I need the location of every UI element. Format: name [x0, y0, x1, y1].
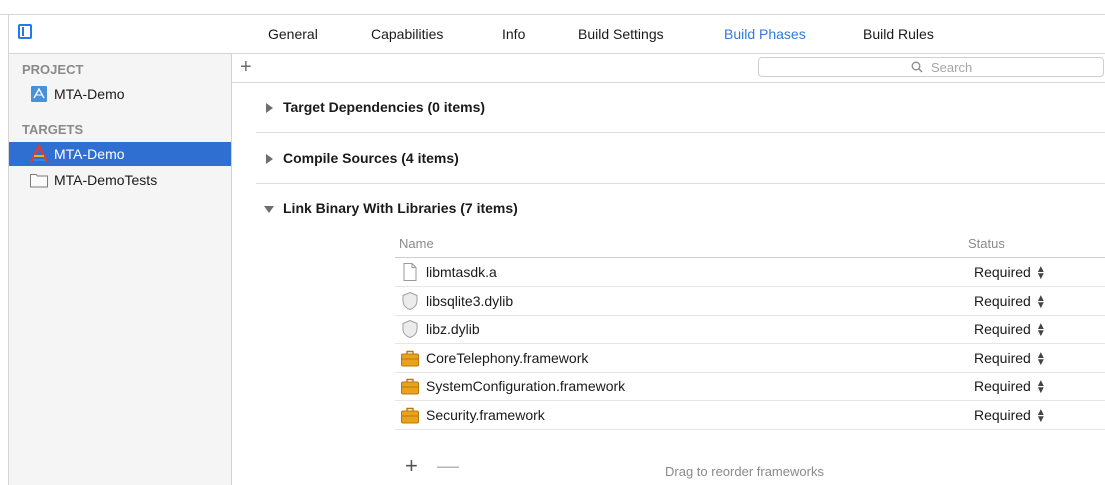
magnifier-icon	[911, 61, 923, 73]
sidebar-item-project-mta-demo[interactable]: MTA-Demo	[9, 82, 231, 106]
tab-capabilities[interactable]: Capabilities	[371, 26, 443, 42]
column-header-status[interactable]: Status	[968, 236, 1005, 251]
table-header: Name Status	[395, 235, 1105, 258]
status-value: Required	[974, 293, 1031, 309]
phase-title[interactable]: Link Binary With Libraries (7 items)	[283, 200, 518, 216]
dylib-shield-icon	[402, 319, 418, 339]
add-library-button[interactable]: +	[405, 453, 418, 479]
status-popup[interactable]: Required ▲ ▼	[974, 293, 1046, 312]
status-value: Required	[974, 321, 1031, 337]
sidebar-item-target-mta-demo[interactable]: MTA-Demo	[9, 142, 231, 166]
tab-general[interactable]: General	[268, 26, 318, 42]
library-name: Security.framework	[426, 407, 545, 423]
library-name: CoreTelephony.framework	[426, 350, 589, 366]
drag-reorder-hint: Drag to reorder frameworks	[665, 464, 824, 479]
status-value: Required	[974, 264, 1031, 280]
status-popup[interactable]: Required ▲ ▼	[974, 378, 1046, 397]
updown-chevron-icon: ▲ ▼	[1035, 321, 1046, 340]
column-header-name[interactable]: Name	[399, 236, 434, 251]
disclosure-expanded-icon[interactable]	[264, 204, 274, 214]
status-popup[interactable]: Required ▲ ▼	[974, 350, 1046, 369]
framework-toolbox-icon	[401, 378, 419, 395]
targets-section-header: TARGETS	[22, 122, 84, 137]
framework-toolbox-icon	[401, 350, 419, 367]
updown-chevron-icon: ▲ ▼	[1035, 407, 1046, 426]
library-name: libz.dylib	[426, 321, 480, 337]
sidebar-item-target-mta-demotests[interactable]: MTA-DemoTests	[9, 168, 231, 192]
table-row[interactable]: libz.dylib Required ▲ ▼	[395, 315, 1105, 344]
library-name: libmtasdk.a	[426, 264, 497, 280]
phase-title: Target Dependencies (0 items)	[283, 99, 486, 115]
libraries-footer: + — Drag to reorder frameworks	[395, 453, 1105, 483]
project-section-header: PROJECT	[22, 62, 84, 77]
status-value: Required	[974, 407, 1031, 423]
updown-chevron-icon: ▲ ▼	[1035, 264, 1046, 283]
table-row[interactable]: CoreTelephony.framework Required ▲ ▼	[395, 344, 1105, 373]
sidebar-item-label: MTA-Demo	[54, 146, 125, 162]
table-row[interactable]: SystemConfiguration.framework Required ▲ ▼	[395, 372, 1105, 401]
sidebar-toggle-icon[interactable]	[18, 24, 32, 39]
tab-build-phases[interactable]: Build Phases	[724, 26, 806, 42]
document-icon	[403, 263, 417, 281]
status-value: Required	[974, 350, 1031, 366]
add-build-phase-button[interactable]: +	[240, 56, 252, 78]
status-popup[interactable]: Required ▲ ▼	[974, 407, 1046, 426]
tab-build-settings[interactable]: Build Settings	[578, 26, 664, 42]
phase-link-binary-with-libraries: Link Binary With Libraries (7 items) Nam…	[256, 185, 1105, 485]
sidebar-item-label: MTA-DemoTests	[54, 172, 158, 188]
sidebar-item-label: MTA-Demo	[54, 86, 125, 102]
tab-info[interactable]: Info	[502, 26, 525, 42]
project-blueprint-icon	[31, 86, 47, 102]
table-row[interactable]: Security.framework Required ▲ ▼	[395, 401, 1105, 430]
table-row[interactable]: libmtasdk.a Required ▲ ▼	[395, 258, 1105, 287]
tab-build-rules[interactable]: Build Rules	[863, 26, 934, 42]
search-field[interactable]	[758, 57, 1104, 77]
app-target-icon	[29, 144, 49, 163]
search-input[interactable]	[931, 58, 1091, 76]
editor-tab-bar: General Capabilities Info Build Settings…	[232, 15, 1105, 54]
phase-target-dependencies[interactable]: Target Dependencies (0 items)	[256, 84, 1105, 133]
dylib-shield-icon	[402, 291, 418, 311]
test-bundle-icon	[30, 174, 48, 188]
project-navigator-sidebar: PROJECT MTA-Demo TARGETS MTA-Demo MTA-De…	[9, 54, 232, 485]
remove-library-button[interactable]: —	[437, 453, 459, 479]
table-row[interactable]: libsqlite3.dylib Required ▲ ▼	[395, 287, 1105, 316]
phases-toolbar: +	[232, 54, 1105, 83]
phase-compile-sources[interactable]: Compile Sources (4 items)	[256, 135, 1105, 184]
updown-chevron-icon: ▲ ▼	[1035, 293, 1046, 312]
updown-chevron-icon: ▲ ▼	[1035, 350, 1046, 369]
disclosure-collapsed-icon[interactable]	[264, 103, 274, 113]
status-popup[interactable]: Required ▲ ▼	[974, 264, 1046, 283]
disclosure-collapsed-icon[interactable]	[264, 154, 274, 164]
library-name: SystemConfiguration.framework	[426, 378, 626, 394]
framework-toolbox-icon	[401, 407, 419, 424]
status-popup[interactable]: Required ▲ ▼	[974, 321, 1046, 340]
phase-title: Compile Sources (4 items)	[283, 150, 459, 166]
updown-chevron-icon: ▲ ▼	[1035, 378, 1046, 397]
library-name: libsqlite3.dylib	[426, 293, 514, 309]
status-value: Required	[974, 378, 1031, 394]
